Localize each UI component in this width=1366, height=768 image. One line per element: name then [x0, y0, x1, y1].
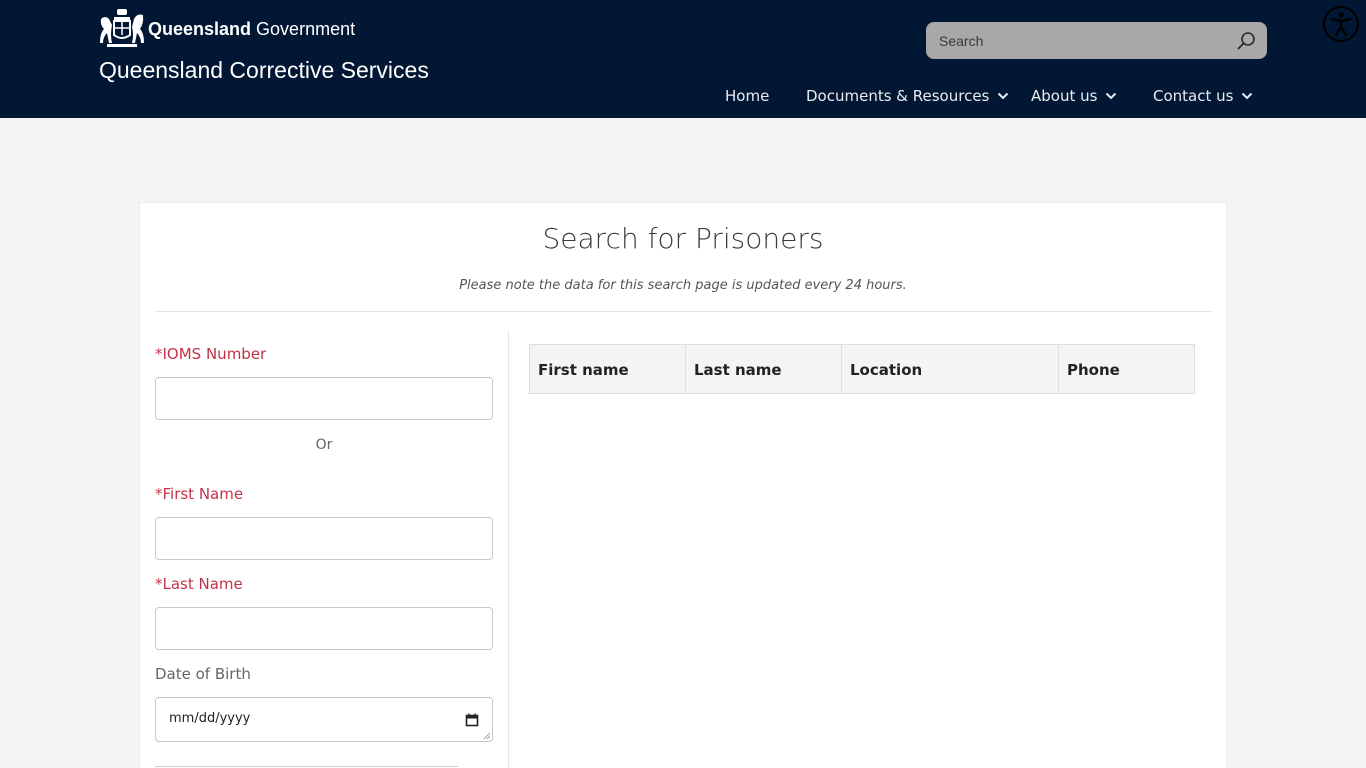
- search-icon[interactable]: [1235, 30, 1257, 52]
- nav-contact-us-label: Contact us: [1153, 87, 1234, 105]
- nav-home-label: Home: [725, 87, 770, 105]
- resize-handle-icon[interactable]: [483, 732, 491, 740]
- date-placeholder: mm/dd/yyyy: [169, 711, 251, 726]
- page-title: Search for Prisoners: [542, 222, 824, 255]
- last-name-label: *Last Name: [155, 575, 243, 593]
- chevron-down-icon: [1242, 92, 1253, 100]
- last-name-input[interactable]: [155, 607, 493, 650]
- column-header-location: Location: [841, 344, 1059, 394]
- ioms-number-input[interactable]: [155, 377, 493, 420]
- column-header-first-name: First name: [529, 344, 686, 394]
- queensland-coat-of-arms-logo[interactable]: [99, 7, 145, 50]
- site-search: [926, 22, 1267, 59]
- first-name-label: *First Name: [155, 485, 244, 503]
- ioms-number-label: *IOMS Number: [155, 345, 267, 363]
- site-title[interactable]: Queensland Corrective Services: [99, 57, 429, 84]
- column-header-phone: Phone: [1058, 344, 1195, 394]
- site-header: Queensland Government Queensland Correct…: [0, 0, 1366, 118]
- nav-about-us[interactable]: About us: [1031, 85, 1117, 107]
- nav-documents-resources[interactable]: Documents & Resources: [806, 85, 1009, 107]
- date-of-birth-label: Date of Birth: [155, 665, 251, 683]
- nav-home[interactable]: Home: [725, 85, 769, 107]
- divider: [155, 311, 1211, 312]
- table-header-row: First name Last name Location Phone: [529, 344, 1195, 394]
- date-of-birth-input[interactable]: mm/dd/yyyy: [155, 697, 493, 742]
- or-separator: Or: [315, 437, 333, 453]
- gov-name-regular: Government: [256, 19, 356, 39]
- nav-contact-us[interactable]: Contact us: [1153, 85, 1253, 107]
- chevron-down-icon: [998, 92, 1009, 100]
- search-input[interactable]: [926, 22, 1226, 59]
- calendar-icon[interactable]: [465, 713, 479, 727]
- results-table: First name Last name Location Phone: [529, 344, 1195, 394]
- government-name: Queensland Government: [148, 19, 355, 40]
- column-divider: [508, 330, 509, 768]
- gov-name-bold: Queensland: [148, 19, 252, 39]
- first-name-input[interactable]: [155, 517, 493, 560]
- update-note: Please note the data for this search pag…: [459, 278, 907, 293]
- nav-documents-resources-label: Documents & Resources: [806, 87, 990, 105]
- chevron-down-icon: [1106, 92, 1117, 100]
- column-header-last-name: Last name: [685, 344, 842, 394]
- accessibility-icon[interactable]: [1321, 4, 1361, 44]
- nav-about-us-label: About us: [1031, 87, 1098, 105]
